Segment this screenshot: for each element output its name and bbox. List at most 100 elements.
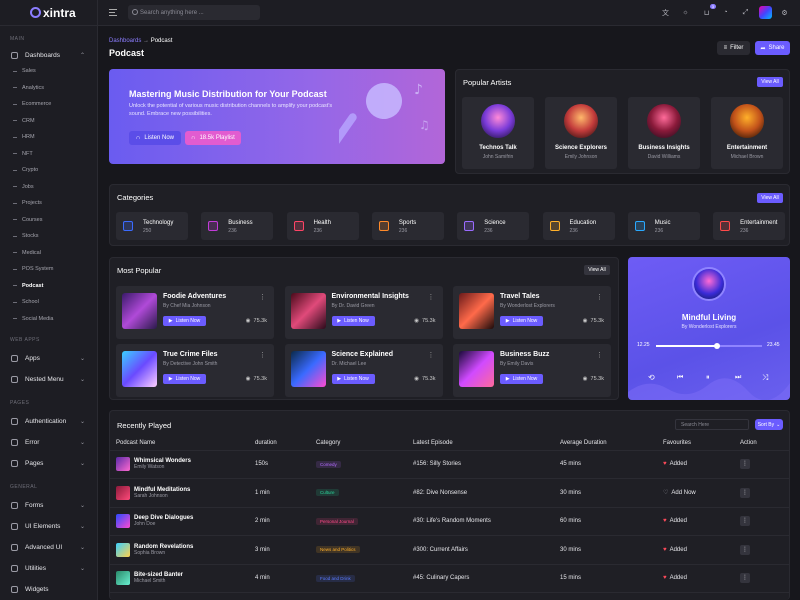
popular-item[interactable]: Science Explained Dr. Michael Lee ▶ Listen … — [284, 344, 443, 397]
sidebar-item-sales[interactable]: Sales — [0, 63, 97, 80]
sidebar-item-nft[interactable]: NFT — [0, 146, 97, 163]
more-options-icon[interactable]: ⋮ — [596, 351, 603, 359]
cart-icon[interactable]: ⊔ 3 — [701, 4, 716, 18]
artist-card[interactable]: Technos Talk John Samifrin — [462, 97, 534, 169]
breadcrumb-dashboards[interactable]: Dashboards — [109, 38, 141, 44]
sidebar-item-medical[interactable]: Medical — [0, 245, 97, 262]
more-options-icon[interactable]: ⋮ — [259, 293, 266, 301]
next-icon[interactable]: ⏭ — [735, 374, 741, 382]
theme-icon[interactable]: ☼ — [680, 7, 691, 18]
more-options-icon[interactable]: ⋮ — [740, 544, 750, 555]
sidebar-item-crypto[interactable]: Crypto — [0, 162, 97, 179]
notification-icon[interactable]: ◔ — [720, 7, 731, 18]
logo[interactable]: xintra — [0, 0, 97, 26]
search-input[interactable]: Search anything here ... — [128, 5, 260, 20]
avatar[interactable] — [759, 6, 772, 19]
sidebar-item-school[interactable]: School — [0, 294, 97, 311]
sidebar-item-projects[interactable]: Projects — [0, 195, 97, 212]
sort-by-button[interactable]: Sort By ⌄ — [755, 419, 783, 430]
favourite-cell[interactable]: ♥ Added — [663, 507, 740, 536]
category-sports[interactable]: Sports 236 — [371, 212, 444, 240]
more-options-icon[interactable]: ⋮ — [428, 351, 435, 359]
fullscreen-icon[interactable]: ⤢ — [740, 7, 751, 18]
sidebar-item-stocks[interactable]: Stocks — [0, 228, 97, 245]
translate-icon[interactable]: 文 — [660, 7, 671, 18]
sidebar-item-podcast[interactable]: Podcast — [0, 278, 97, 295]
player-progress-track[interactable] — [656, 343, 762, 349]
sidebar-item-crm[interactable]: CRM — [0, 113, 97, 130]
nav-forms[interactable]: Forms ⌄ — [0, 495, 97, 516]
category-education[interactable]: Education 236 — [542, 212, 615, 240]
more-options-icon[interactable]: ⋮ — [740, 487, 750, 498]
popular-item[interactable]: Foodie Adventures By Chef Mia Johnson ▶ Lis… — [116, 286, 274, 339]
favourite-cell[interactable]: ♥ Added — [663, 535, 740, 565]
listen-now-button[interactable]: ▶ Listen Now — [163, 316, 206, 326]
more-options-icon[interactable]: ⋮ — [740, 573, 750, 584]
gear-icon[interactable]: ⚙ — [779, 7, 790, 18]
popular-item[interactable]: Travel Tales By Wonderlost Explorers ▶ List… — [453, 286, 611, 339]
nav-pages[interactable]: Pages ⌄ — [0, 453, 97, 474]
pause-icon[interactable]: ⏸ — [706, 374, 710, 382]
nav-apps[interactable]: Apps ⌄ — [0, 348, 97, 369]
sidebar-item-pos-system[interactable]: POS System — [0, 261, 97, 278]
nav-utilities[interactable]: Utilities ⌄ — [0, 558, 97, 579]
favourite-cell[interactable]: ♥ Added — [663, 564, 740, 593]
sidebar-item-ecommerce[interactable]: Ecommerce — [0, 96, 97, 113]
more-options-icon[interactable]: ⋮ — [428, 293, 435, 301]
popular-item[interactable]: Business Buzz By Emily Davis ▶ Listen Now ⋮ ◉… — [453, 344, 611, 397]
nav-error[interactable]: Error ⌄ — [0, 432, 97, 453]
categories-view-all-button[interactable]: View All — [757, 193, 783, 203]
category-health[interactable]: Health 236 — [286, 212, 359, 240]
artists-view-all-button[interactable]: View All — [757, 77, 783, 87]
filter-button[interactable]: ≡ Filter — [717, 41, 750, 55]
artist-card[interactable]: Entertainment Michael Brown — [711, 97, 783, 169]
sidebar-item-hrm[interactable]: HRM — [0, 129, 97, 146]
nav-label: Error — [25, 439, 40, 446]
listen-now-button[interactable]: ▶ Listen Now — [500, 316, 543, 326]
table-row[interactable]: Deep Dive Dialogues John Doe 2 min Personal… — [109, 507, 790, 536]
nav-ui-elements[interactable]: UI Elements ⌄ — [0, 516, 97, 537]
listen-now-button[interactable]: ▶ Listen Now — [331, 316, 375, 326]
table-row[interactable]: Mindful Meditations Sarah Johnson 1 min Cul… — [109, 478, 790, 508]
hero-listen-button[interactable]: ∩ Listen Now — [129, 131, 181, 145]
nav-dashboards[interactable]: Dashboards ⌃ — [0, 47, 97, 63]
category-music[interactable]: Music 236 — [627, 212, 700, 240]
hero-playlist-button[interactable]: ∩ 18.5k Playlist — [185, 131, 241, 145]
favourite-cell[interactable]: ♡ Add Now — [663, 478, 740, 508]
sidebar-item-social-media[interactable]: Social Media — [0, 311, 97, 328]
shuffle-icon[interactable]: ⤨ — [762, 373, 768, 383]
favourite-cell[interactable]: ♥ Added — [663, 450, 740, 479]
category-business[interactable]: Business 236 — [201, 212, 274, 240]
artist-card[interactable]: Science Explorers Emily Johnson — [545, 97, 617, 169]
previous-icon[interactable]: ⏮ — [677, 374, 683, 382]
share-button[interactable]: ➦ Share — [755, 41, 790, 55]
artist-card[interactable]: Business Insights David Williams — [628, 97, 700, 169]
popular-view-all-button[interactable]: View All — [584, 265, 610, 275]
table-row[interactable]: Random Revelations Sophia Brown 3 min News … — [109, 535, 790, 565]
category-technology[interactable]: Technology 250 — [116, 212, 188, 240]
more-options-icon[interactable]: ⋮ — [740, 516, 750, 527]
sidebar-item-courses[interactable]: Courses — [0, 212, 97, 229]
more-options-icon[interactable]: ⋮ — [259, 351, 266, 359]
popular-item[interactable]: Environmental Insights By Dr. David Green… — [284, 286, 443, 339]
nav-nested-menu[interactable]: Nested Menu ⌄ — [0, 369, 97, 390]
player-progress-knob[interactable] — [714, 343, 721, 349]
menu-toggle-icon[interactable] — [109, 9, 117, 16]
nav-authentication[interactable]: Authentication ⌄ — [0, 411, 97, 432]
listen-now-button[interactable]: ▶ Listen Now — [500, 374, 543, 384]
nav-widgets[interactable]: Widgets — [0, 579, 97, 600]
more-options-icon[interactable]: ⋮ — [596, 293, 603, 301]
listen-now-button[interactable]: ▶ Listen Now — [163, 374, 206, 384]
more-options-icon[interactable]: ⋮ — [740, 459, 750, 470]
nav-advanced-ui[interactable]: Advanced UI ⌄ — [0, 537, 97, 558]
sidebar-item-jobs[interactable]: Jobs — [0, 179, 97, 196]
sidebar-item-analytics[interactable]: Analytics — [0, 80, 97, 97]
category-entertainment[interactable]: Entertainment 236 — [713, 212, 786, 240]
recent-search-input[interactable]: Search Here — [675, 419, 749, 430]
category-science[interactable]: Science 236 — [457, 212, 530, 240]
popular-item[interactable]: True Crime Files By Detective John Smith ▶… — [116, 344, 274, 397]
table-row[interactable]: Whimsical Wonders Emily Watson 150s Comedy #… — [109, 450, 790, 479]
table-row[interactable]: Bite-sized Banter Michael Smith 4 min Food … — [109, 564, 790, 593]
listen-now-button[interactable]: ▶ Listen Now — [331, 374, 375, 384]
repeat-icon[interactable]: ⟲ — [648, 373, 655, 382]
